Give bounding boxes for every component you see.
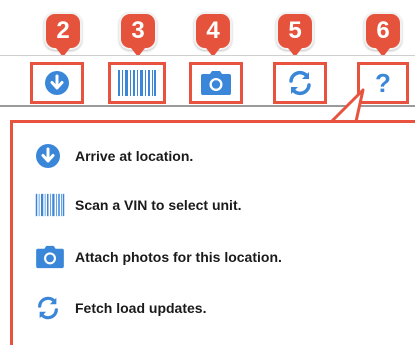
help-item-scan: Scan a VIN to select unit.: [35, 190, 242, 220]
camera-icon: [200, 70, 232, 96]
help-panel: Arrive at location. Scan a VIN to select…: [10, 120, 415, 345]
barcode-icon: [117, 69, 157, 97]
refresh-icon: [35, 295, 75, 321]
help-screen: 2 3 4 5 6 ? Arrive at location. Scan a V…: [0, 0, 415, 345]
camera-icon: [35, 245, 75, 269]
help-item-label: Attach photos for this location.: [75, 249, 282, 265]
help-item-label: Arrive at location.: [75, 148, 194, 164]
callout-badge-6: 6: [364, 12, 402, 57]
help-item-label: Fetch load updates.: [75, 300, 207, 316]
callout-badge-4: 4: [194, 12, 232, 57]
help-item-fetch: Fetch load updates.: [35, 293, 206, 323]
refresh-button[interactable]: [273, 62, 327, 104]
scan-vin-button[interactable]: [108, 62, 166, 104]
callout-badge-5: 5: [276, 12, 314, 57]
arrow-down-circle-icon: [44, 70, 70, 96]
help-item-label: Scan a VIN to select unit.: [75, 197, 242, 213]
arrow-down-circle-icon: [35, 143, 75, 169]
refresh-icon: [286, 69, 314, 97]
help-item-photo: Attach photos for this location.: [35, 242, 282, 272]
barcode-icon: [35, 193, 75, 217]
arrive-button[interactable]: [30, 62, 84, 104]
callout-badge-3: 3: [119, 12, 157, 57]
callout-badge-2: 2: [44, 12, 82, 57]
attach-photo-button[interactable]: [189, 62, 243, 104]
help-item-arrive: Arrive at location.: [35, 141, 193, 171]
